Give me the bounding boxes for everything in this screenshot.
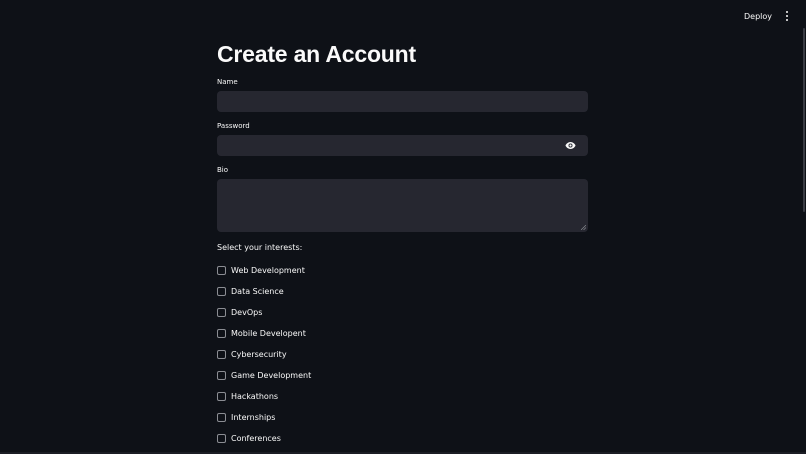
- resize-handle-icon[interactable]: [581, 225, 586, 230]
- password-label: Password: [217, 122, 250, 130]
- top-toolbar: Deploy: [0, 0, 806, 34]
- checkbox-web-development[interactable]: Web Development: [217, 264, 305, 276]
- scrollbar[interactable]: [803, 28, 805, 212]
- eye-icon[interactable]: [565, 141, 576, 150]
- checkbox-internships[interactable]: Internships: [217, 411, 275, 423]
- checkbox-devops[interactable]: DevOps: [217, 306, 262, 318]
- checkbox-box[interactable]: [217, 433, 226, 443]
- bio-textarea[interactable]: [217, 179, 588, 232]
- deploy-button[interactable]: Deploy: [744, 10, 772, 23]
- page-title: Create an Account: [217, 41, 416, 67]
- vertical-dots-icon[interactable]: [784, 11, 790, 23]
- checkbox-label: Conferences: [231, 433, 281, 443]
- checkbox-cybersecurity[interactable]: Cybersecurity: [217, 348, 287, 360]
- interests-label: Select your interests:: [217, 243, 303, 252]
- checkbox-box[interactable]: [217, 391, 226, 401]
- checkbox-hackathons[interactable]: Hackathons: [217, 390, 278, 402]
- checkbox-label: DevOps: [231, 307, 263, 317]
- bio-label: Bio: [217, 166, 229, 174]
- name-label: Name: [217, 78, 238, 86]
- checkbox-box[interactable]: [217, 307, 226, 317]
- checkbox-conferences[interactable]: Conferences: [217, 432, 281, 444]
- app-window: Deploy Create an Account Name Password B…: [0, 0, 806, 454]
- checkbox-box[interactable]: [217, 412, 226, 422]
- checkbox-label: Data Science: [231, 286, 284, 296]
- checkbox-box[interactable]: [217, 265, 226, 275]
- checkbox-box[interactable]: [217, 286, 226, 296]
- checkbox-box[interactable]: [217, 370, 226, 380]
- main-form: Create an Account Name Password Bio Sele…: [217, 36, 588, 443]
- checkbox-label: Hackathons: [231, 391, 279, 401]
- checkbox-label: Mobile Developent: [231, 328, 306, 338]
- checkbox-label: Web Development: [231, 265, 305, 275]
- checkbox-label: Cybersecurity: [231, 349, 287, 359]
- checkbox-label: Game Development: [231, 370, 312, 380]
- checkbox-game-development[interactable]: Game Development: [217, 369, 311, 381]
- name-input[interactable]: [217, 91, 588, 112]
- checkbox-mobile-development[interactable]: Mobile Developent: [217, 327, 306, 339]
- checkbox-label: Internships: [231, 412, 276, 422]
- checkbox-box[interactable]: [217, 328, 226, 338]
- password-input[interactable]: [217, 135, 588, 156]
- checkbox-box[interactable]: [217, 349, 226, 359]
- checkbox-data-science[interactable]: Data Science: [217, 285, 284, 297]
